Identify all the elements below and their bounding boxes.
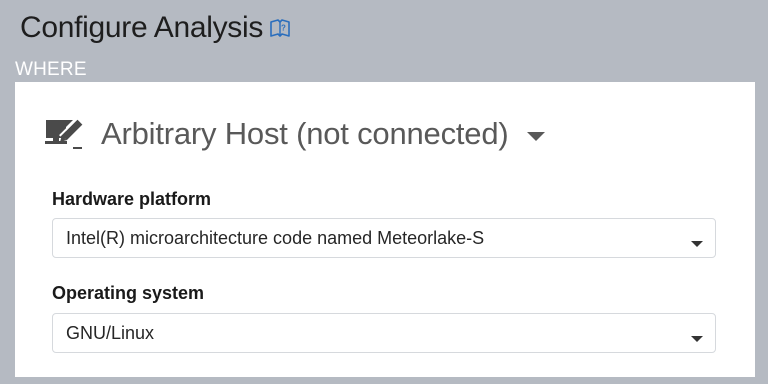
page-title: Configure Analysis: [20, 11, 264, 44]
svg-text:?: ?: [281, 24, 286, 33]
operating-system-value: GNU/Linux: [66, 323, 155, 343]
operating-system-select[interactable]: GNU/Linux: [52, 313, 716, 353]
page-header: Configure Analysis ?: [20, 8, 291, 48]
edit-host-icon: [43, 114, 87, 154]
hardware-platform-label: Hardware platform: [52, 189, 212, 209]
target-title: Arbitrary Host (not connected): [101, 116, 509, 151]
chevron-down-icon: [691, 330, 703, 342]
caret-down-icon[interactable]: [526, 129, 545, 141]
help-book-icon[interactable]: ?: [269, 17, 291, 39]
hardware-platform-select[interactable]: Intel(R) microarchitecture code named Me…: [52, 218, 716, 258]
target-selector[interactable]: Arbitrary Host (not connected): [43, 114, 545, 154]
where-panel: Arbitrary Host (not connected) Hardware …: [15, 82, 755, 377]
chevron-down-icon: [691, 235, 703, 247]
operating-system-label: Operating system: [52, 283, 205, 303]
where-section-label: WHERE: [15, 59, 87, 80]
hardware-platform-value: Intel(R) microarchitecture code named Me…: [66, 228, 485, 248]
